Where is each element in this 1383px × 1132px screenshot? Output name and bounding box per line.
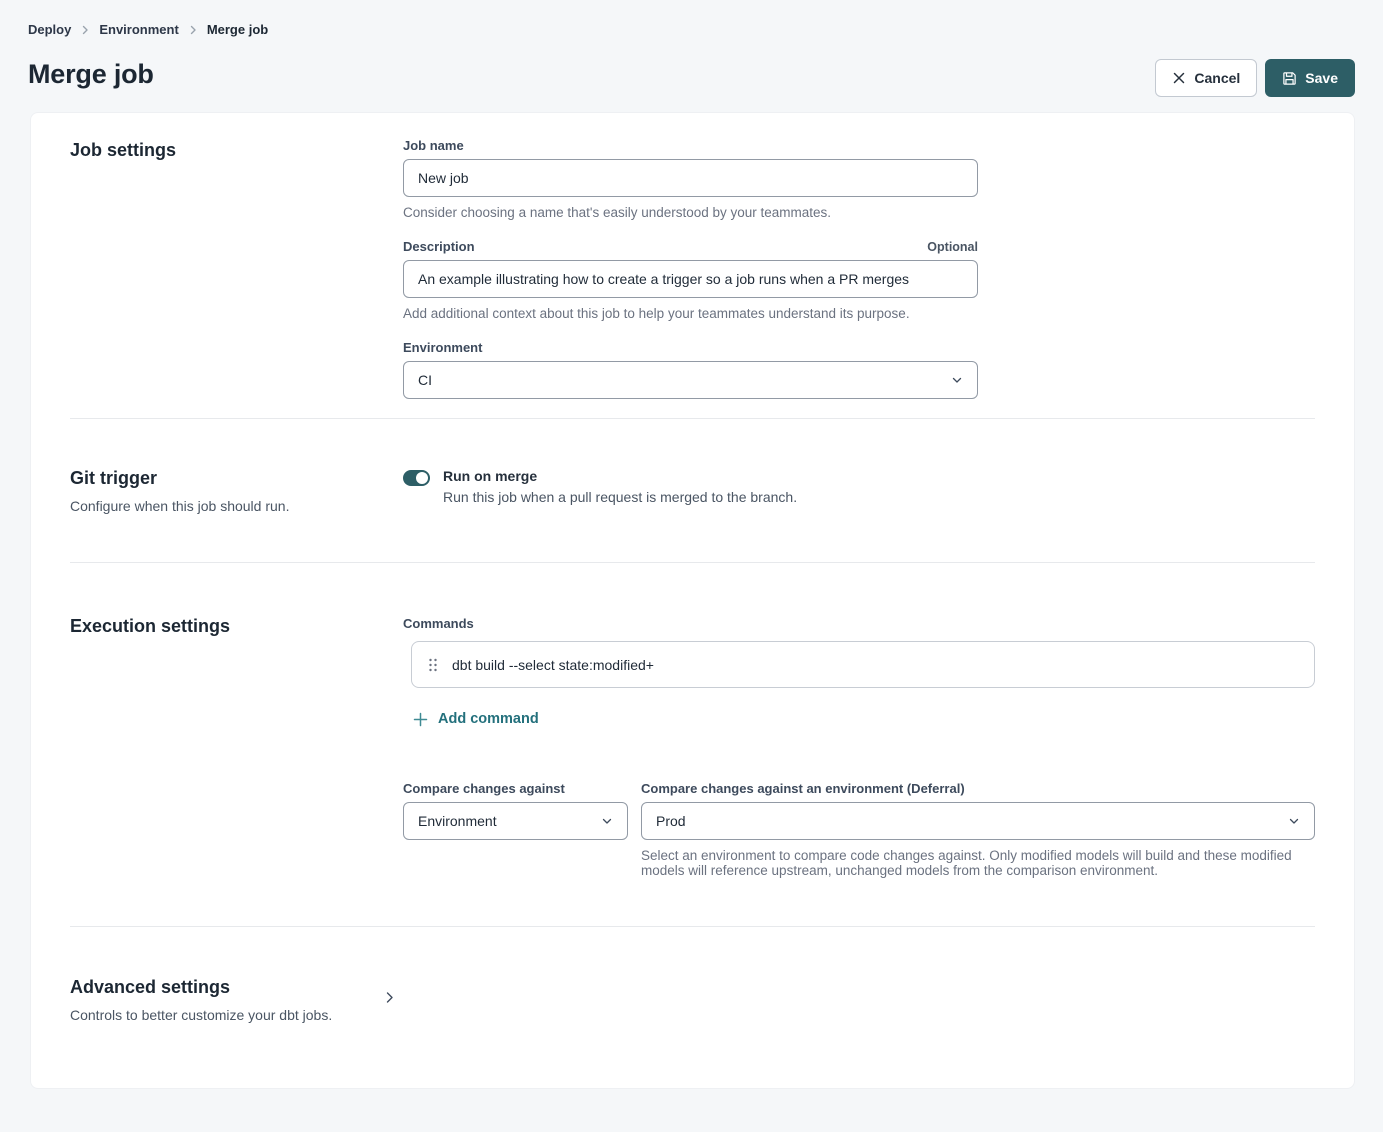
- breadcrumb-deploy[interactable]: Deploy: [28, 22, 71, 37]
- run-on-merge-label: Run on merge: [443, 468, 797, 484]
- chevron-right-icon: [383, 991, 396, 1008]
- cancel-button[interactable]: Cancel: [1155, 59, 1257, 97]
- command-row[interactable]: dbt build --select state:modified+: [411, 641, 1315, 688]
- drag-handle-icon[interactable]: [428, 657, 438, 673]
- job-name-input[interactable]: [403, 159, 978, 197]
- floppy-disk-icon: [1282, 71, 1297, 86]
- toggle-knob: [416, 472, 428, 484]
- save-button[interactable]: Save: [1265, 59, 1355, 97]
- deferral-select-value: Prod: [656, 813, 686, 829]
- compare-against-label: Compare changes against: [403, 781, 628, 796]
- compare-settings-row: Compare changes against Environment Comp…: [403, 781, 1315, 878]
- environment-select-value: CI: [418, 372, 432, 388]
- environment-label: Environment: [403, 340, 978, 355]
- run-on-merge-setting: Run on merge Run this job when a pull re…: [403, 468, 1315, 505]
- command-text: dbt build --select state:modified+: [452, 657, 654, 673]
- chevron-down-icon: [1288, 815, 1300, 827]
- add-command-button[interactable]: Add command: [413, 711, 539, 727]
- header-actions: Cancel Save: [1155, 59, 1355, 97]
- x-icon: [1172, 71, 1186, 85]
- chevron-right-icon: [80, 25, 90, 35]
- commands-label: Commands: [403, 616, 1315, 631]
- compare-against-select-value: Environment: [418, 813, 497, 829]
- compare-against-select[interactable]: Environment: [403, 802, 628, 840]
- section-job-settings: Job settings Job name Consider choosing …: [70, 113, 1315, 418]
- deferral-select[interactable]: Prod: [641, 802, 1315, 840]
- job-name-label: Job name: [403, 138, 978, 153]
- page-title: Merge job: [28, 59, 154, 90]
- job-settings-heading: Job settings: [70, 140, 403, 161]
- chevron-down-icon: [951, 374, 963, 386]
- chevron-right-icon: [188, 25, 198, 35]
- description-label: Description: [403, 239, 475, 254]
- git-trigger-heading: Git trigger: [70, 468, 403, 489]
- compare-against-group: Compare changes against Environment: [403, 781, 628, 878]
- advanced-settings-expand-button[interactable]: [383, 977, 396, 1023]
- deferral-group: Compare changes against an environment (…: [641, 781, 1315, 878]
- git-trigger-subheading: Configure when this job should run.: [70, 498, 403, 514]
- top-bar: Deploy Environment Merge job Merge job C…: [0, 0, 1383, 97]
- breadcrumb-environment[interactable]: Environment: [99, 22, 178, 37]
- breadcrumb-merge-job: Merge job: [207, 22, 268, 37]
- advanced-settings-heading: Advanced settings: [70, 977, 383, 998]
- environment-field-group: Environment CI: [403, 340, 978, 399]
- execution-settings-heading: Execution settings: [70, 616, 403, 637]
- section-execution-settings: Execution settings Commands dbt build --…: [70, 563, 1315, 926]
- section-advanced-settings: Advanced settings Controls to better cus…: [70, 927, 1315, 1023]
- section-git-trigger: Git trigger Configure when this job shou…: [70, 419, 1315, 562]
- description-optional-badge: Optional: [927, 240, 978, 254]
- page-header: Merge job Cancel Save: [28, 59, 1355, 97]
- advanced-settings-subheading: Controls to better customize your dbt jo…: [70, 1007, 383, 1023]
- chevron-down-icon: [601, 815, 613, 827]
- save-button-label: Save: [1305, 70, 1338, 86]
- job-name-helper: Consider choosing a name that's easily u…: [403, 205, 978, 220]
- deferral-helper: Select an environment to compare code ch…: [641, 848, 1315, 878]
- add-command-label: Add command: [438, 711, 539, 727]
- environment-select[interactable]: CI: [403, 361, 978, 399]
- job-settings-card: Job settings Job name Consider choosing …: [30, 112, 1355, 1089]
- cancel-button-label: Cancel: [1194, 70, 1240, 86]
- description-input[interactable]: [403, 260, 978, 298]
- run-on-merge-description: Run this job when a pull request is merg…: [443, 489, 797, 505]
- run-on-merge-toggle[interactable]: [403, 470, 430, 486]
- job-name-field-group: Job name Consider choosing a name that's…: [403, 138, 978, 220]
- deferral-label: Compare changes against an environment (…: [641, 781, 1315, 796]
- description-field-group: Description Optional Add additional cont…: [403, 239, 978, 321]
- plus-icon: [413, 712, 428, 727]
- breadcrumb: Deploy Environment Merge job: [28, 22, 1355, 37]
- description-helper: Add additional context about this job to…: [403, 306, 978, 321]
